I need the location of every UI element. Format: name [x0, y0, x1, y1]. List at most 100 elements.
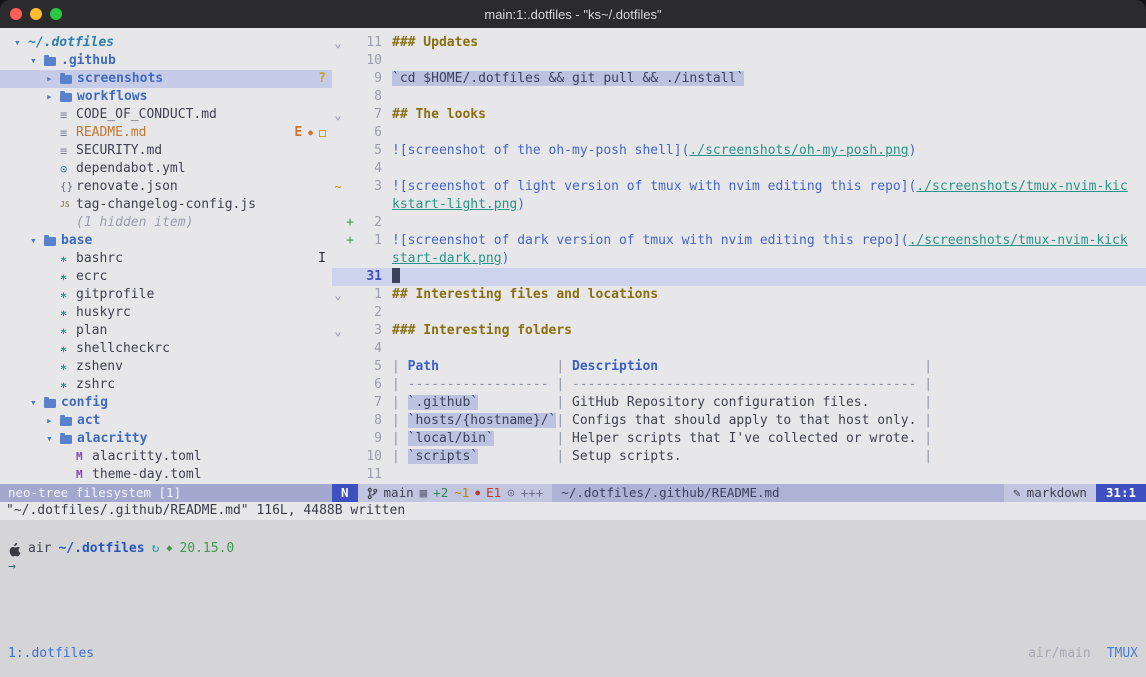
command-line-message: "~/.dotfiles/.github/README.md" 116L, 44… [0, 502, 1146, 520]
chevron-down-icon[interactable]: ▾ [14, 34, 28, 52]
tree-item-dotfiles[interactable]: ▾~/.dotfiles [0, 34, 332, 52]
diff-added: +2 [433, 484, 448, 502]
sign-column [344, 358, 356, 376]
tree-item-zshenv[interactable]: ∗zshenv [0, 358, 332, 376]
editor-line[interactable]: 10| `scripts` | Setup scripts. | [332, 448, 1146, 466]
tree-item-dependabot-yml[interactable]: ⊙dependabot.yml [0, 160, 332, 178]
editor-wrap-line[interactable]: kstart-light.png) [332, 196, 1146, 214]
chevron-right-icon[interactable]: ▸ [46, 70, 60, 88]
filetype-segment: ✎ markdown [1004, 484, 1096, 502]
tree-item-ecrc[interactable]: ∗ecrc [0, 268, 332, 286]
editor-line[interactable]: 7| `.github` | GitHub Repository configu… [332, 394, 1146, 412]
editor-line[interactable]: ~3![screenshot of light version of tmux … [332, 178, 1146, 196]
tree-item-base[interactable]: ▾base [0, 232, 332, 250]
chevron-down-icon[interactable]: ▾ [46, 430, 60, 448]
tree-item-label: alacritty.toml [92, 448, 202, 466]
editor-line[interactable]: 6| ------------------ | ----------------… [332, 376, 1146, 394]
editor-line[interactable]: 8| `hosts/{hostname}/`| Configs that sho… [332, 412, 1146, 430]
editor-line[interactable]: 9`cd $HOME/.dotfiles && git pull && ./in… [332, 70, 1146, 88]
link-url: ./screenshots/tmux-nvim-kick [909, 233, 1128, 248]
editor-line[interactable]: 5![screenshot of the oh-my-posh shell](.… [332, 142, 1146, 160]
editor-line[interactable]: 4 [332, 160, 1146, 178]
tree-item-huskyrc[interactable]: ∗huskyrc [0, 304, 332, 322]
tree-item-github[interactable]: ▾.github [0, 52, 332, 70]
tree-item-plan[interactable]: ∗plan [0, 322, 332, 340]
folder-icon [44, 399, 56, 408]
chevron-down-icon[interactable]: ▾ [30, 52, 44, 70]
editor-wrap-line[interactable]: start-dark.png) [332, 250, 1146, 268]
zoom-button[interactable] [50, 8, 62, 20]
tree-item-act[interactable]: ▸act [0, 412, 332, 430]
cell-text: GitHub Repository configuration files. [572, 395, 869, 410]
editor-line[interactable]: ⌄1## Interesting files and locations [332, 286, 1146, 304]
editor-line[interactable]: +2 [332, 214, 1146, 232]
rc-file-icon: ∗ [60, 358, 76, 376]
cell-text: Configs that should apply to that host o… [572, 413, 916, 428]
editor-line[interactable]: 8 [332, 88, 1146, 106]
folder-icon [60, 435, 72, 444]
tree-item-zshrc[interactable]: ∗zshrc [0, 376, 332, 394]
tree-item-theme-day-toml[interactable]: Mtheme-day.toml [0, 466, 332, 484]
editor-line[interactable]: 9| `local/bin` | Helper scripts that I'v… [332, 430, 1146, 448]
editor-cursor-line[interactable]: 31 [332, 268, 1146, 286]
inline-code: `local/bin` [408, 431, 494, 446]
editor-line[interactable]: ⌄7## The looks [332, 106, 1146, 124]
fold-column [332, 232, 344, 250]
tree-item-alacritty-toml[interactable]: Malacritty.toml [0, 448, 332, 466]
terminal-shell[interactable]: air ~/.dotfiles ↻ ◆ 20.15.0 → 1:.dotfile… [0, 520, 1146, 677]
close-button[interactable] [10, 8, 22, 20]
neotree-items: ▾~/.dotfiles▾.github▸screenshots?▸workfl… [0, 34, 332, 484]
titlebar[interactable]: main:1:.dotfiles - "ks~/.dotfiles" [0, 0, 1146, 28]
tree-item-config[interactable]: ▾config [0, 394, 332, 412]
minimize-button[interactable] [30, 8, 42, 20]
tree-item-tag-changelog-config-js[interactable]: JStag-changelog-config.js [0, 196, 332, 214]
editor-line[interactable]: 11 [332, 466, 1146, 484]
editor-buffer[interactable]: ⌄11### Updates109`cd $HOME/.dotfiles && … [332, 34, 1146, 484]
tree-item-label: (1 hidden item) [76, 214, 193, 232]
line-text: | ------------------ | -----------------… [382, 376, 932, 394]
chevron-down-icon[interactable]: ▾ [30, 232, 44, 250]
editor-line[interactable]: 5| Path | Description | [332, 358, 1146, 376]
editor-line[interactable]: 10 [332, 52, 1146, 70]
tree-item-shellcheckrc[interactable]: ∗shellcheckrc [0, 340, 332, 358]
tree-item-renovate-json[interactable]: {}renovate.json [0, 178, 332, 196]
line-text: | `local/bin` | Helper scripts that I've… [382, 430, 932, 448]
tree-item-readme-md[interactable]: ≡README.mdE● [0, 124, 332, 142]
line-number: 9 [356, 430, 382, 448]
tree-item-security-md[interactable]: ≡SECURITY.md [0, 142, 332, 160]
tree-item-1-hidden-item[interactable]: (1 hidden item) [0, 214, 332, 232]
tree-item-label: tag-changelog-config.js [76, 196, 256, 214]
line-number: 31 [356, 268, 382, 286]
editor-line[interactable]: ⌄3### Interesting folders [332, 322, 1146, 340]
line-text: ![screenshot of light version of tmux wi… [382, 178, 1128, 196]
line-text: ### Updates [382, 34, 478, 52]
tree-item-workflows[interactable]: ▸workflows [0, 88, 332, 106]
rc-file-icon: ∗ [60, 376, 76, 394]
tree-item-alacritty[interactable]: ▾alacritty [0, 430, 332, 448]
tmux-window-label[interactable]: 1:.dotfiles [8, 646, 94, 661]
fold-open-icon: ⌄ [332, 286, 344, 304]
punctuation: | [682, 449, 932, 464]
terminal-window: main:1:.dotfiles - "ks~/.dotfiles" ▾~/.d… [0, 0, 1146, 677]
editor-line[interactable]: +1![screenshot of dark version of tmux w… [332, 232, 1146, 250]
line-text: ## The looks [382, 106, 486, 124]
nvim-area: ▾~/.dotfiles▾.github▸screenshots?▸workfl… [0, 28, 1146, 520]
tree-item-screenshots[interactable]: ▸screenshots? [0, 70, 332, 88]
sign-column [344, 106, 356, 124]
tree-item-code-of-conduct-md[interactable]: ≡CODE_OF_CONDUCT.md [0, 106, 332, 124]
chevron-down-icon[interactable]: ▾ [30, 394, 44, 412]
tree-item-bashrc[interactable]: ∗bashrcI [0, 250, 332, 268]
editor-line[interactable]: 2 [332, 304, 1146, 322]
tree-item-gitprofile[interactable]: ∗gitprofile [0, 286, 332, 304]
chevron-right-icon[interactable]: ▸ [46, 88, 60, 106]
link-url: kstart-light.png [392, 197, 517, 212]
line-text [382, 466, 392, 484]
toml-file-icon: M [76, 448, 92, 466]
neotree-sidebar[interactable]: ▾~/.dotfiles▾.github▸screenshots?▸workfl… [0, 34, 332, 484]
hostname: air [28, 540, 51, 558]
editor-line[interactable]: 4 [332, 340, 1146, 358]
line-number: 4 [356, 160, 382, 178]
editor-line[interactable]: 6 [332, 124, 1146, 142]
editor-line[interactable]: ⌄11### Updates [332, 34, 1146, 52]
chevron-right-icon[interactable]: ▸ [46, 412, 60, 430]
